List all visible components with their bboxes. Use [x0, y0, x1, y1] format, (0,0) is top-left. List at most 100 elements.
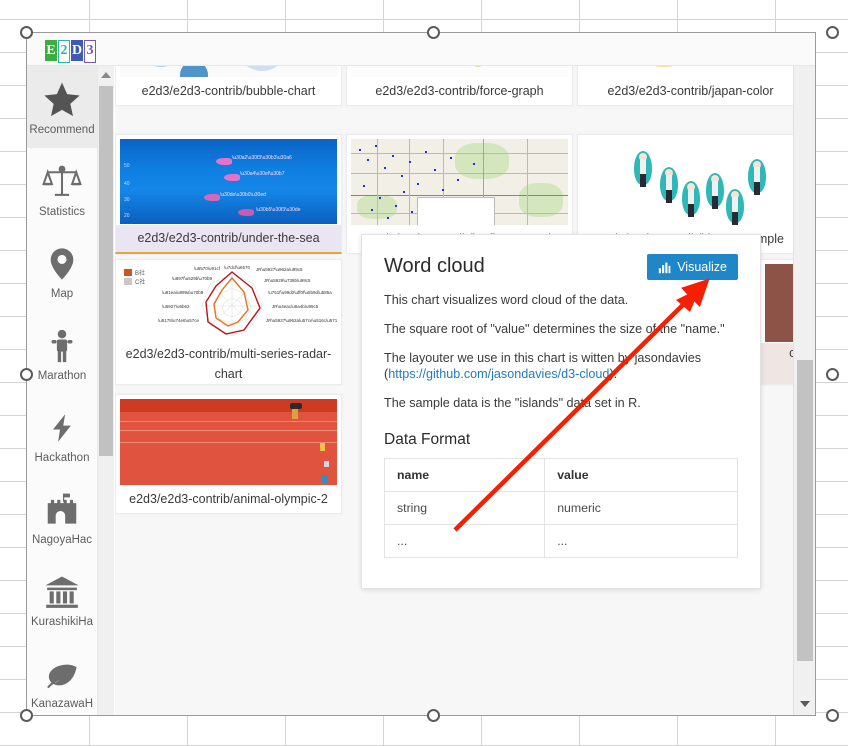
modal-paragraph-1: This chart visualizes word cloud of the …: [384, 293, 629, 307]
table-row: ... ...: [383, 524, 738, 558]
card-thumbnail: [765, 264, 793, 342]
leaflet-voronoi-thumb: [351, 139, 568, 225]
visualize-button[interactable]: Visualize: [647, 254, 738, 280]
runner-icon: [45, 324, 79, 366]
bubble-chart-thumb: [120, 66, 337, 77]
card-thumbnail: [351, 139, 568, 225]
sidebar-item-label: NagoyaHac: [31, 534, 93, 546]
d3-cloud-link[interactable]: https://github.com/jasondavies/d3-cloud: [388, 367, 609, 381]
modal-paragraph-2: The square root of "value" determines th…: [384, 322, 725, 336]
card-caption: e2d3/e2d3-contrib/animal-olympic-2: [129, 492, 328, 506]
addin-header: E 2 D 3: [27, 33, 815, 66]
gallery-card[interactable]: e2d3/e2d3-contrib/bubble-chart: [115, 66, 342, 106]
selection-handle-top-left: [20, 26, 33, 39]
card-caption: e2d3/e2d3-contrib/multi-series-radar-cha…: [125, 347, 332, 381]
japan-color-thumb: [582, 66, 793, 77]
modal-paragraph-4: The sample data is the "islands" data se…: [384, 396, 641, 410]
sidebar-item-marathon[interactable]: Marathon: [27, 312, 97, 394]
jthree-example-thumb: [582, 139, 793, 225]
sidebar-item-kanazawahack[interactable]: KanazawaH: [27, 640, 97, 715]
sidebar-item-recommend[interactable]: Recommend: [27, 66, 97, 148]
logo-letter-3: 3: [84, 40, 96, 63]
leaf-icon: [42, 652, 82, 694]
gallery-card[interactable]: e2d3/e2d3-contrib/animal-olympic-2: [115, 394, 342, 514]
caret-up-icon: [101, 72, 111, 78]
gallery-scrollbar-thumb[interactable]: [797, 360, 813, 661]
sidebar-item-label: KanazawaH: [30, 698, 93, 710]
card-caption: e2d3/e2d3-contrib/bubble-chart: [141, 84, 316, 98]
sidebar-item-label: KurashikiHa: [31, 616, 93, 628]
gallery-scroll-down-button[interactable]: [794, 697, 815, 711]
column-header-name: name: [383, 458, 546, 492]
sidebar-item-statistics[interactable]: Statistics: [27, 148, 97, 230]
card-thumbnail: [120, 399, 337, 485]
card-caption: e2d3/e2d3-contrib/japan-color: [607, 84, 774, 98]
scales-icon: [41, 160, 83, 202]
selection-handle-bottom-center: [427, 709, 440, 722]
selection-handle-top-right: [826, 26, 839, 39]
selection-handle-bottom-right: [826, 709, 839, 722]
caret-down-icon: [800, 701, 810, 707]
selection-handle-top-center: [427, 26, 440, 39]
sidebar-item-label: Marathon: [37, 370, 87, 382]
multi-series-radar-chart-thumb: B社 C社 \u7dcf\u6570 JR\u5927\u962a\u99c5 …: [120, 264, 337, 342]
link-suffix: ).: [609, 367, 618, 381]
e2d3-addin-pane[interactable]: E 2 D 3 Recommend Statistics Map Maratho…: [26, 32, 816, 716]
bank-icon: [42, 570, 82, 612]
animal-olympic-thumb: [120, 399, 337, 485]
card-thumbnail: [582, 66, 793, 77]
card-thumbnail: [582, 139, 793, 225]
chart-detail-modal[interactable]: Word cloud Visualize This chart visualiz…: [361, 234, 761, 589]
card-thumbnail: [120, 66, 337, 77]
modal-paragraph-3: The layouter we use in this chart is wit…: [384, 350, 738, 382]
chart-script-thumb: [765, 264, 793, 342]
cell-name-ellipsis: ...: [383, 524, 546, 558]
lightning-icon: [47, 406, 77, 448]
sidebar-item-nagoyahack[interactable]: NagoyaHac: [27, 476, 97, 558]
castle-icon: [42, 488, 82, 530]
sidebar-item-kurashikihack[interactable]: KurashikiHa: [27, 558, 97, 640]
map-pin-icon: [45, 242, 79, 284]
column-header-value: value: [544, 458, 738, 492]
card-caption: chart-script: [761, 343, 793, 384]
logo-letter-2: 2: [58, 40, 70, 63]
gallery-card[interactable]: B社 C社 \u7dcf\u6570 JR\u5927\u962a\u99c5 …: [115, 259, 342, 385]
selection-handle-bottom-left: [20, 709, 33, 722]
card-thumbnail: 50 40 30 20 \u30a2\u30f3\u30b3\u30a6 \u3…: [120, 139, 337, 224]
gallery-scrollbar[interactable]: [793, 66, 815, 715]
data-format-table: name value string numeric ... ...: [383, 458, 738, 558]
under-the-sea-thumb: 50 40 30 20 \u30a2\u30f3\u30b3\u30a6 \u3…: [120, 139, 337, 224]
table-row: string numeric: [383, 491, 738, 525]
card-caption: e2d3/e2d3-contrib/under-the-sea: [116, 225, 341, 252]
card-thumbnail: [351, 66, 568, 77]
selection-handle-middle-right: [826, 368, 839, 381]
cell-value-ellipsis: ...: [544, 524, 738, 558]
excel-worksheet[interactable]: E 2 D 3 Recommend Statistics Map Maratho…: [0, 0, 848, 746]
sidebar-scrollbar-thumb[interactable]: [99, 86, 113, 456]
logo-letter-e: E: [45, 40, 57, 61]
sidebar-item-map[interactable]: Map: [27, 230, 97, 312]
sidebar-item-label: Statistics: [38, 206, 85, 218]
e2d3-logo: E 2 D 3: [45, 40, 96, 63]
bar-chart-icon: [659, 262, 671, 273]
gallery-card[interactable]: chart-script: [760, 259, 793, 385]
sidebar-item-label: Recommend: [29, 124, 95, 136]
cell-value-type: numeric: [544, 491, 738, 525]
data-format-heading: Data Format: [384, 431, 471, 448]
force-graph-thumb: [351, 66, 568, 77]
modal-paragraph-3-text: The layouter we use in this chart is wit…: [384, 351, 702, 365]
sidebar-item-hackathon[interactable]: Hackathon: [27, 394, 97, 476]
gallery-card[interactable]: e2d3/e2d3-contrib/force-graph: [346, 66, 573, 106]
table-header-row: name value: [383, 458, 738, 492]
selection-handle-middle-left: [20, 368, 33, 381]
gallery-card[interactable]: e2d3/e2d3-contrib/japan-color: [577, 66, 793, 106]
visualize-button-label: Visualize: [677, 260, 727, 274]
sidebar-scroll-up-button[interactable]: [98, 68, 114, 82]
category-sidebar[interactable]: Recommend Statistics Map Marathon Hackat…: [27, 66, 98, 715]
card-thumbnail: B社 C社 \u7dcf\u6570 JR\u5927\u962a\u99c5 …: [120, 264, 337, 342]
gallery-card-selected[interactable]: 50 40 30 20 \u30a2\u30f3\u30b3\u30a6 \u3…: [115, 134, 342, 254]
cell-name-type: string: [383, 491, 546, 525]
logo-letter-d: D: [71, 40, 83, 61]
sidebar-scrollbar[interactable]: [98, 66, 114, 715]
sidebar-item-label: Map: [50, 288, 74, 300]
